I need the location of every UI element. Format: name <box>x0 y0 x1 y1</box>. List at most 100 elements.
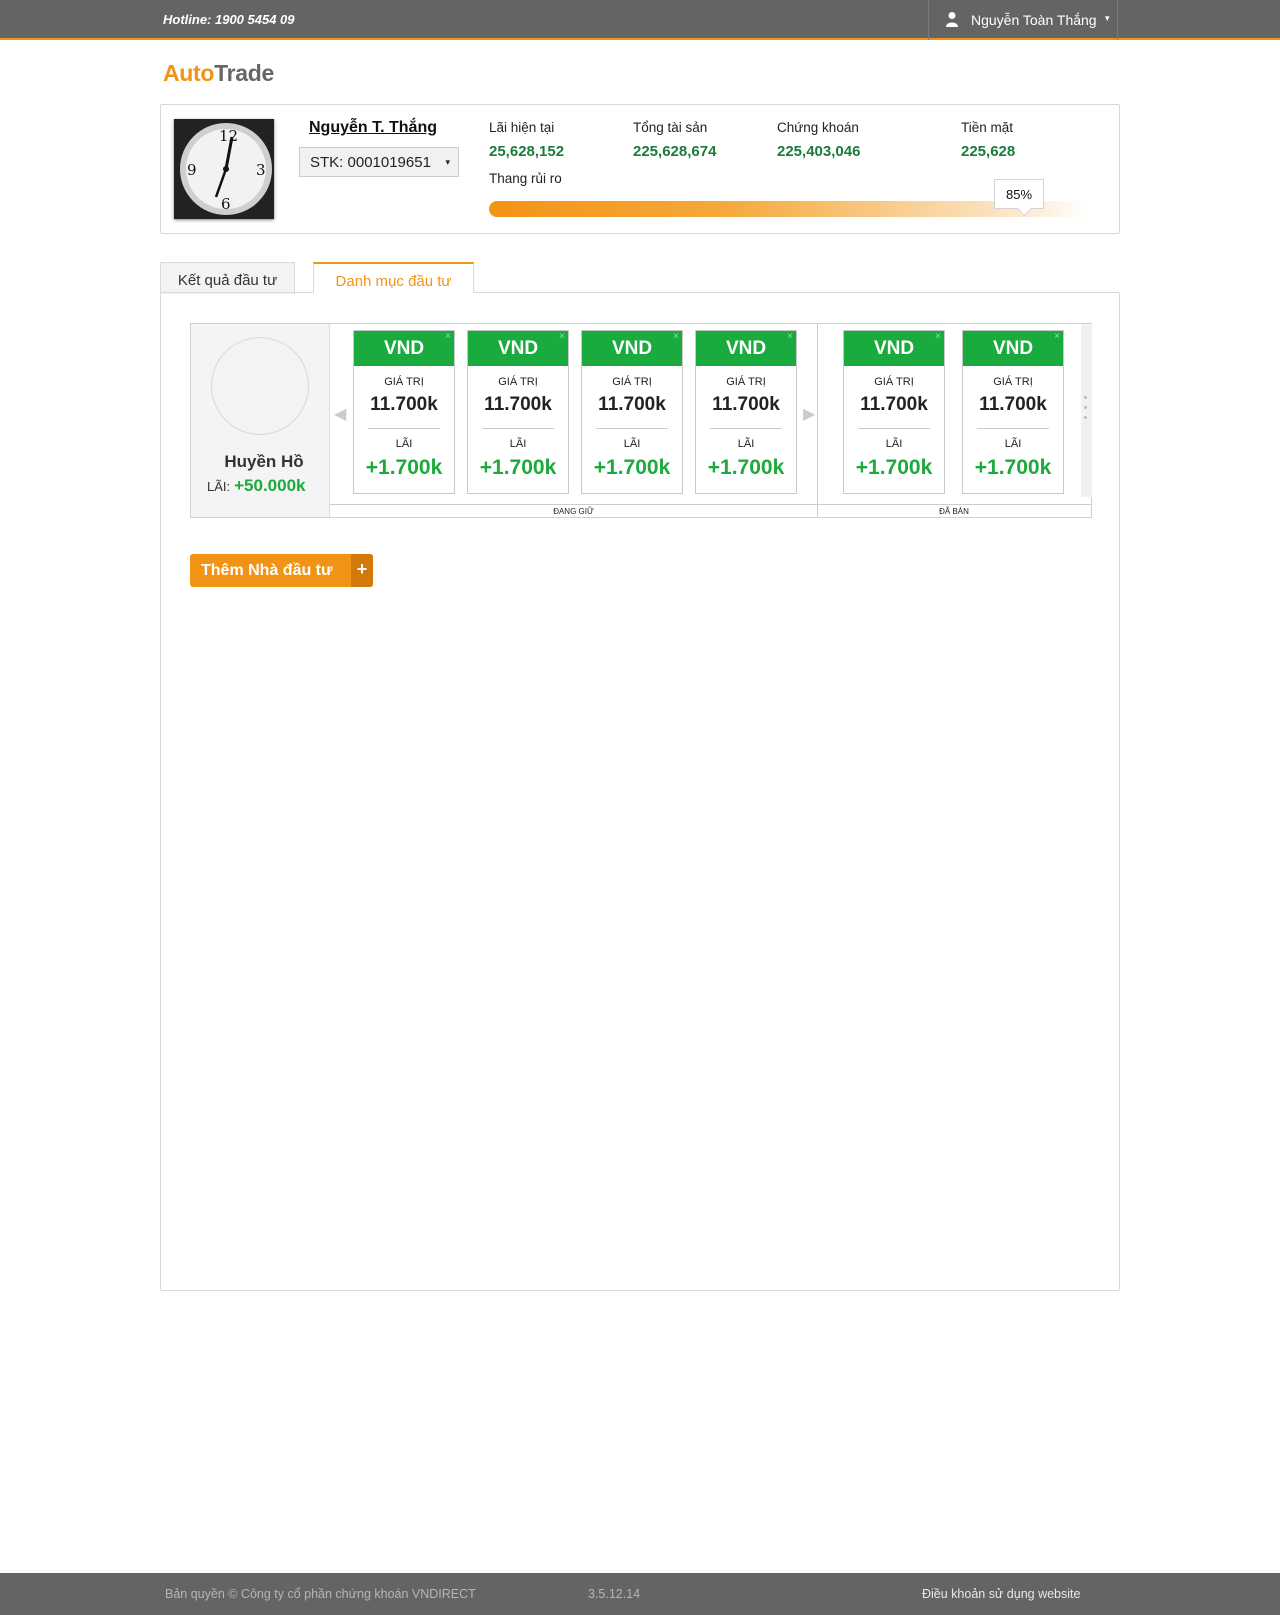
stock-profit-label: LÃI <box>395 438 413 450</box>
sold-section-label: ĐÃ BÁN <box>939 507 969 516</box>
terms-link[interactable]: Điều khoản sử dụng website <box>922 1587 1080 1601</box>
tab-investment-portfolio[interactable]: Danh mục đầu tư <box>313 262 474 293</box>
stock-value-label: GIÁ TRỊ <box>384 376 424 388</box>
stat-value-cash: 225,628 <box>961 143 1016 160</box>
scroll-handle-dots[interactable] <box>1084 396 1088 426</box>
stock-ticker-label: VND <box>873 338 915 359</box>
stock-ticker: VND × <box>354 331 454 366</box>
stat-label-cash: Tiền mặt <box>961 120 1014 135</box>
page-footer: Bản quyền © Công ty cổ phần chứng khoán … <box>0 1573 1280 1615</box>
stock-profit-label: LÃI <box>623 438 641 450</box>
stock-profit-label: LÃI <box>737 438 755 450</box>
card-divider <box>710 428 782 429</box>
close-icon[interactable]: × <box>935 331 941 342</box>
risk-percent-tooltip: 85% <box>994 179 1044 209</box>
user-icon <box>946 12 958 27</box>
stock-ticker-label: VND <box>611 338 653 359</box>
account-caret-icon: ▾ <box>445 157 450 167</box>
investor-profit-value: +50.000k <box>234 476 306 495</box>
svg-text:12: 12 <box>219 127 238 145</box>
stock-value-label: GIÁ TRỊ <box>993 376 1033 388</box>
stock-profit-label: LÃI <box>885 438 903 450</box>
stock-ticker-label: VND <box>497 338 539 359</box>
close-icon[interactable]: × <box>787 331 793 342</box>
stat-label-securities: Chứng khoán <box>777 120 859 135</box>
stock-profit-label: LÃI <box>1004 438 1022 450</box>
stock-ticker: VND × <box>582 331 682 366</box>
stat-label-current-profit: Lãi hiện tại <box>489 120 555 135</box>
card-divider <box>368 428 440 429</box>
stock-ticker: VND × <box>963 331 1063 366</box>
stock-profit: +1.700k <box>365 456 443 479</box>
stock-profit: +1.700k <box>479 456 557 479</box>
user-menu-caret-icon: ▾ <box>1105 13 1110 23</box>
user-name: Nguyễn Toàn Thắng <box>971 12 1097 28</box>
stock-profit: +1.700k <box>974 456 1052 479</box>
close-icon[interactable]: × <box>1054 331 1060 342</box>
stock-value-label: GIÁ TRỊ <box>498 376 538 388</box>
stock-value: 11.700k <box>712 394 780 415</box>
sold-stock-card[interactable]: VND × GIÁ TRỊ 11.700k LÃI +1.700k <box>962 330 1064 494</box>
investor-summary: Huyền Hồ LÃI: +50.000k <box>191 324 330 517</box>
stock-value: 11.700k <box>370 394 438 415</box>
stock-profit: +1.700k <box>707 456 785 479</box>
cards-scrollbar[interactable] <box>1081 324 1092 497</box>
stat-label-total-assets: Tổng tài sản <box>633 120 708 135</box>
close-icon[interactable]: × <box>559 331 565 342</box>
clock-avatar-image: 12 3 6 9 <box>174 119 274 219</box>
investor-name: Huyền Hồ <box>224 452 304 471</box>
user-menu[interactable]: Nguyễn Toàn Thắng ▾ <box>928 0 1118 40</box>
stock-value: 11.700k <box>860 394 928 415</box>
profile-name[interactable]: Nguyễn T. Thắng <box>309 119 437 137</box>
investor-profit-label: LÃI: <box>207 479 231 494</box>
add-investor-label: Thêm Nhà đầu tư <box>201 562 333 579</box>
stock-ticker: VND × <box>844 331 944 366</box>
stock-ticker: VND × <box>468 331 568 366</box>
investor-row: Huyền Hồ LÃI: +50.000k ◀ VND × GIÁ TRỊ 11.… <box>190 323 1092 518</box>
holding-stock-card[interactable]: VND × GIÁ TRỊ 11.700k LÃI +1.700k <box>695 330 797 494</box>
profile-card: 12 3 6 9 Nguyễn T. Thắng STK: 0001019651… <box>160 104 1120 234</box>
account-number: STK: 0001019651 <box>310 154 431 171</box>
stock-value-label: GIÁ TRỊ <box>726 376 766 388</box>
stock-value: 11.700k <box>484 394 552 415</box>
investor-profit: LÃI: +50.000k <box>207 476 306 496</box>
card-divider <box>596 428 668 429</box>
stat-value-securities: 225,403,046 <box>777 143 861 160</box>
sold-stock-card[interactable]: VND × GIÁ TRỊ 11.700k LÃI +1.700k <box>843 330 945 494</box>
stock-profit: +1.700k <box>855 456 933 479</box>
risk-scale-label: Thang rủi ro <box>489 171 562 186</box>
svg-text:6: 6 <box>221 195 231 213</box>
top-bar: Hotline: 1900 5454 09 Nguyễn Toàn Thắng … <box>0 0 1280 40</box>
stat-value-current-profit: 25,628,152 <box>489 143 565 160</box>
close-icon[interactable]: × <box>445 331 451 342</box>
svg-text:9: 9 <box>187 161 197 179</box>
close-icon[interactable]: × <box>673 331 679 342</box>
section-divider <box>817 324 818 517</box>
logo-part-trade: Trade <box>214 60 275 86</box>
stock-ticker: VND × <box>696 331 796 366</box>
stat-value-total-assets: 225,628,674 <box>633 143 717 160</box>
stock-ticker-label: VND <box>992 338 1034 359</box>
stock-value-label: GIÁ TRỊ <box>612 376 652 388</box>
next-arrow-icon[interactable]: ▶ <box>803 404 815 424</box>
plus-icon: + <box>351 554 373 587</box>
avatar: 12 3 6 9 <box>174 119 274 219</box>
investor-avatar <box>211 337 309 435</box>
card-divider <box>482 428 554 429</box>
prev-arrow-icon[interactable]: ◀ <box>334 404 346 424</box>
stock-profit: +1.700k <box>593 456 671 479</box>
holding-section-label: ĐANG GIỮ <box>553 507 594 516</box>
holding-stock-card[interactable]: VND × GIÁ TRỊ 11.700k LÃI +1.700k <box>581 330 683 494</box>
stock-ticker-label: VND <box>725 338 767 359</box>
holding-stock-card[interactable]: VND × GIÁ TRỊ 11.700k LÃI +1.700k <box>353 330 455 494</box>
tab-investment-results[interactable]: Kết quả đầu tư <box>160 262 295 294</box>
stock-profit-label: LÃI <box>509 438 527 450</box>
add-investor-button[interactable]: Thêm Nhà đầu tư + <box>190 554 373 587</box>
holding-stock-card[interactable]: VND × GIÁ TRỊ 11.700k LÃI +1.700k <box>467 330 569 494</box>
card-divider <box>977 428 1049 429</box>
copyright-text: Bản quyền © Công ty cổ phần chứng khoán … <box>165 1587 476 1601</box>
stock-value-label: GIÁ TRỊ <box>874 376 914 388</box>
stock-value: 11.700k <box>598 394 666 415</box>
logo[interactable]: AutoTrade <box>163 60 274 87</box>
account-select[interactable]: STK: 0001019651 ▾ <box>299 147 459 177</box>
